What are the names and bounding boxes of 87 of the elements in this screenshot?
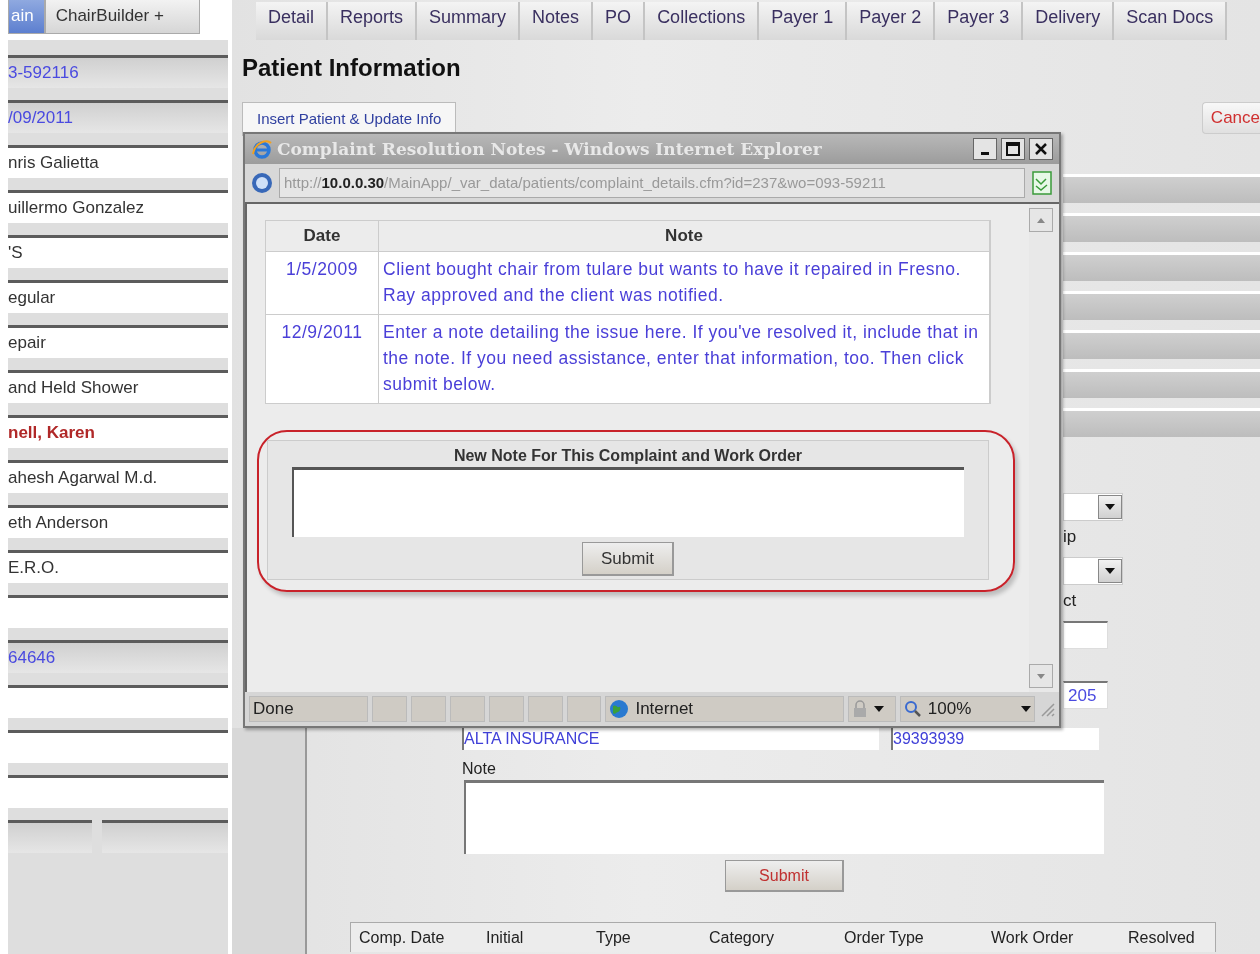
text-field[interactable]: and Held Shower [8, 370, 228, 403]
tab[interactable]: Scan Docs [1114, 2, 1228, 40]
globe-icon [609, 699, 630, 719]
page-title: Patient Information [242, 54, 462, 83]
id-field[interactable]: 64646 [8, 640, 228, 673]
browser-logo-icon [251, 138, 273, 160]
address-field[interactable]: http://10.0.0.30/MainApp/_var_data/patients/complaint_details.cfm?id=237&wo=093-59211 [279, 168, 1025, 198]
security-button[interactable] [848, 696, 896, 722]
text-field[interactable]: uillermo Gonzalez [8, 190, 228, 223]
input-field[interactable]: 205 [1063, 681, 1108, 709]
note-input[interactable] [292, 467, 964, 537]
up-arrow-icon [1037, 217, 1045, 223]
zoom-icon [903, 700, 922, 718]
scroll-up-button[interactable] [1029, 208, 1053, 232]
minimize-button[interactable] [973, 138, 997, 160]
insurance-field[interactable]: ALTA INSURANCE [462, 728, 879, 750]
tab[interactable]: Delivery [1023, 2, 1115, 40]
input-field[interactable] [1063, 621, 1108, 649]
text-field[interactable]: egular [8, 280, 228, 313]
policy-field[interactable]: 39393939 [891, 728, 1099, 750]
status-segment [488, 696, 524, 722]
minimize-icon [981, 151, 989, 155]
column-header: Comp. Date [359, 928, 446, 948]
caret-icon [1021, 706, 1032, 712]
column-header: Initial [486, 928, 525, 948]
text-field[interactable] [8, 820, 92, 853]
status-segment [566, 696, 602, 722]
dropdown[interactable] [1063, 493, 1123, 521]
table-cell: Client bought chair from tulare but wants to have it repaired in Fresno. Ray approved and the client was notified. [379, 251, 990, 314]
resize-grip-icon [1039, 701, 1055, 717]
status-segment [527, 696, 563, 722]
field-label: ip [1063, 527, 1078, 548]
zone-label: Internet [635, 699, 694, 719]
text-field[interactable] [102, 820, 228, 853]
table-cell: 12/9/2011 [266, 314, 379, 403]
status-segment [372, 696, 408, 722]
maximize-icon [1006, 142, 1020, 156]
cancel-button[interactable]: Cance [1201, 102, 1260, 134]
zoom-button[interactable]: 100% [899, 696, 1036, 722]
column-header: Resolved [1128, 928, 1196, 948]
caret-icon [1105, 568, 1115, 574]
text-field[interactable]: epair [8, 325, 228, 358]
document-icon [1031, 171, 1053, 195]
column-header: Category [709, 928, 775, 948]
close-button[interactable] [1029, 138, 1053, 160]
text-field[interactable]: E.R.O. [8, 550, 228, 583]
text-field[interactable]: ahesh Agarwal M.d. [8, 460, 228, 493]
submit-button[interactable]: Submit [582, 542, 674, 576]
close-icon [1034, 142, 1048, 156]
text-field[interactable]: nris Galietta [8, 145, 228, 178]
tab[interactable]: ChairBuilder + [44, 0, 200, 34]
caret-icon [1105, 504, 1115, 510]
tab[interactable]: Reports [328, 2, 418, 40]
id-field[interactable]: /09/2011 [8, 100, 228, 133]
id-field[interactable]: 3-592116 [8, 55, 228, 88]
tab[interactable]: Detail [256, 2, 329, 40]
tab[interactable]: Payer 3 [935, 2, 1024, 40]
note-label: Note [462, 760, 497, 778]
maximize-button[interactable] [1001, 138, 1025, 160]
tab[interactable]: Collections [645, 2, 760, 40]
status-segment [450, 696, 485, 722]
status-segment [411, 696, 447, 722]
column-header: Order Type [844, 928, 925, 948]
text-field[interactable]: 'S [8, 235, 228, 268]
note-input[interactable] [464, 780, 1104, 854]
field-label: ct [1063, 591, 1078, 612]
dropdown[interactable] [1063, 557, 1123, 585]
column-header: Type [596, 928, 632, 948]
submit-button[interactable]: Submit [725, 860, 844, 892]
lock-icon [852, 700, 869, 718]
page-icon [251, 172, 273, 194]
window-title: Complaint Resolution Notes - Windows Internet Explorer [277, 139, 823, 159]
down-arrow-icon [1037, 673, 1045, 679]
table-cell: 1/5/2009 [266, 251, 379, 314]
scroll-down-button[interactable] [1029, 664, 1053, 688]
tab[interactable]: Payer 2 [847, 2, 936, 40]
text-field[interactable]: eth Anderson [8, 505, 228, 538]
column-header: Work Order [991, 928, 1075, 948]
caret-icon [874, 706, 885, 712]
tab[interactable]: Payer 1 [759, 2, 848, 40]
tab[interactable]: Summary [417, 2, 521, 40]
text-field[interactable]: nell, Karen [8, 415, 228, 448]
status-text: Done [249, 696, 369, 722]
note-label: New Note For This Complaint and Work Order [453, 447, 803, 465]
table-cell: Enter a note detailing the issue here. If you've resolved it, include that in the note. If you need assistance, enter that information, too. Then click submit below. [379, 314, 990, 403]
tab[interactable]: Notes [520, 2, 594, 40]
tab[interactable]: PO [593, 2, 646, 40]
